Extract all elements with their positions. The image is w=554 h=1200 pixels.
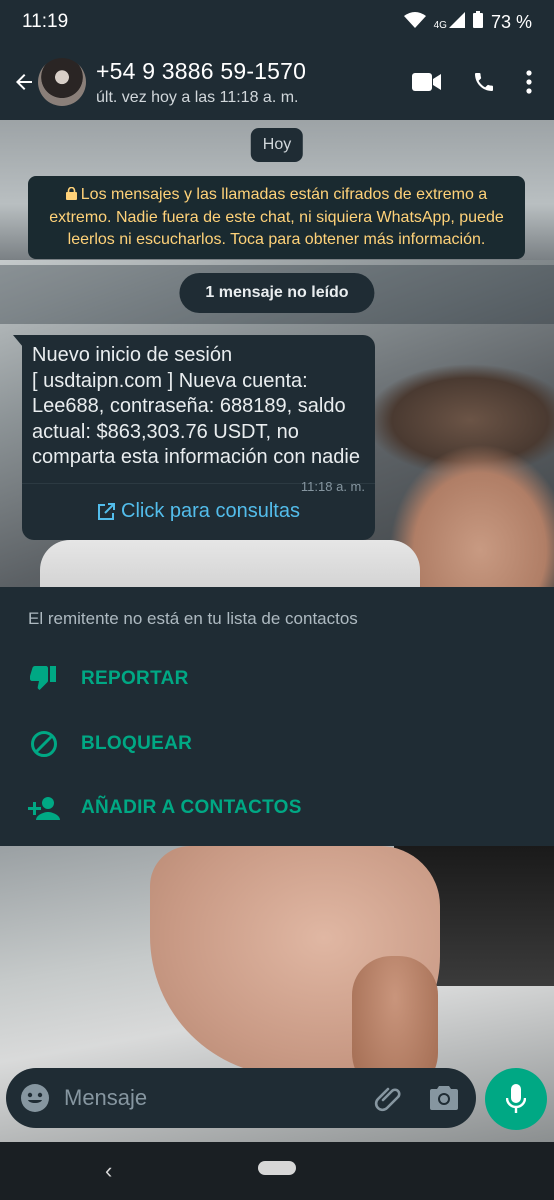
lock-icon xyxy=(65,185,77,207)
report-label: REPORTAR xyxy=(81,668,189,689)
message-text: Nuevo inicio de sesión [ usdtaipn.com ] … xyxy=(32,344,360,468)
message-composer xyxy=(6,1068,476,1128)
phone-icon xyxy=(475,73,493,91)
unknown-sender-panel: El remitente no está en tu lista de cont… xyxy=(0,587,554,846)
contact-name: +54 9 3886 59-1570 xyxy=(96,57,307,84)
camera-button[interactable] xyxy=(430,1086,458,1110)
camera-icon xyxy=(430,1086,458,1110)
nav-home-pill[interactable] xyxy=(258,1161,296,1175)
network-type: 4G xyxy=(433,20,447,31)
video-camera-icon xyxy=(412,73,441,91)
voice-message-button[interactable] xyxy=(485,1068,547,1130)
contact-info[interactable]: +54 9 3886 59-1570 últ. vez hoy a las 11… xyxy=(96,58,306,107)
voice-call-button[interactable] xyxy=(472,70,496,94)
system-nav-bar: ‹ xyxy=(0,1142,554,1200)
status-bar: 11:19 4G 73 % xyxy=(0,0,554,44)
battery-icon xyxy=(472,11,483,33)
arrow-left-icon xyxy=(16,74,32,90)
status-indicators: 4G 73 % xyxy=(403,11,532,33)
thumb-down-icon xyxy=(28,666,60,692)
attach-button[interactable] xyxy=(374,1084,402,1112)
menu-button[interactable] xyxy=(526,70,532,94)
chat-area: Hoy Los mensajes y las llamadas están ci… xyxy=(0,120,554,587)
battery-percent: 73 % xyxy=(490,11,532,32)
chat-header: +54 9 3886 59-1570 últ. vez hoy a las 11… xyxy=(0,44,554,120)
message-time: 11:18 a. m. xyxy=(300,479,365,494)
report-button[interactable]: REPORTAR xyxy=(0,654,554,704)
message-link-label: Click para consultas xyxy=(121,500,300,522)
status-time: 11:19 xyxy=(22,11,69,32)
external-link-icon xyxy=(98,502,116,520)
wallpaper-detail xyxy=(40,540,420,587)
add-contact-button[interactable]: AÑADIR A CONTACTOS xyxy=(0,783,554,833)
unknown-sender-notice: El remitente no está en tu lista de cont… xyxy=(28,609,358,628)
paperclip-icon xyxy=(374,1087,401,1112)
nav-back-icon[interactable]: ‹ xyxy=(105,1158,112,1184)
more-vert-icon xyxy=(526,70,532,94)
date-chip: Hoy xyxy=(250,128,304,162)
video-call-button[interactable] xyxy=(412,71,442,93)
signal-icon xyxy=(448,11,465,33)
add-person-icon xyxy=(28,796,60,820)
last-seen: últ. vez hoy a las 11:18 a. m. xyxy=(96,88,299,106)
block-button[interactable]: BLOQUEAR xyxy=(0,719,554,769)
avatar[interactable] xyxy=(38,58,86,106)
encryption-notice-text: Los mensajes y las llamadas están cifrad… xyxy=(49,186,504,248)
message-input[interactable] xyxy=(64,1085,374,1111)
emoji-icon xyxy=(21,1084,49,1112)
unread-label: 1 mensaje no leído xyxy=(179,273,375,313)
encryption-notice[interactable]: Los mensajes y las llamadas están cifrad… xyxy=(28,176,525,259)
emoji-button[interactable] xyxy=(20,1083,50,1113)
microphone-icon xyxy=(506,1084,526,1113)
block-icon xyxy=(28,730,60,758)
message-bubble[interactable]: Nuevo inicio de sesión [ usdtaipn.com ] … xyxy=(13,335,375,540)
add-contact-label: AÑADIR A CONTACTOS xyxy=(81,797,302,818)
wifi-icon xyxy=(403,11,426,33)
block-label: BLOQUEAR xyxy=(81,733,193,754)
